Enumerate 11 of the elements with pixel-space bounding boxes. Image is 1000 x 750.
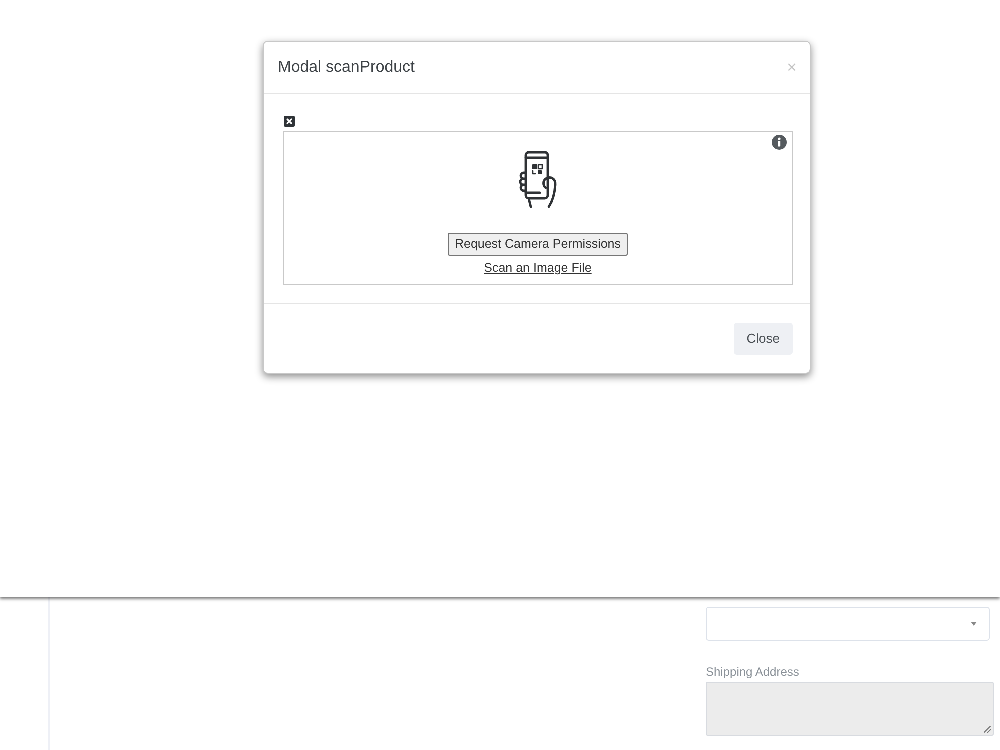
scan-image-file-link[interactable]: Scan an Image File <box>484 259 592 278</box>
close-button[interactable]: Close <box>734 322 793 354</box>
select-field[interactable] <box>706 607 990 641</box>
caret-icon <box>971 622 977 626</box>
resize-handle-icon[interactable] <box>984 726 991 733</box>
field-label: Shipping Address <box>706 665 800 679</box>
info-icon[interactable] <box>772 135 787 150</box>
modal-title: Modal scanProduct <box>278 58 415 78</box>
close-icon[interactable] <box>284 116 295 127</box>
textarea-field[interactable] <box>706 682 994 736</box>
request-camera-permissions-button[interactable]: Request Camera Permissions <box>448 233 628 256</box>
